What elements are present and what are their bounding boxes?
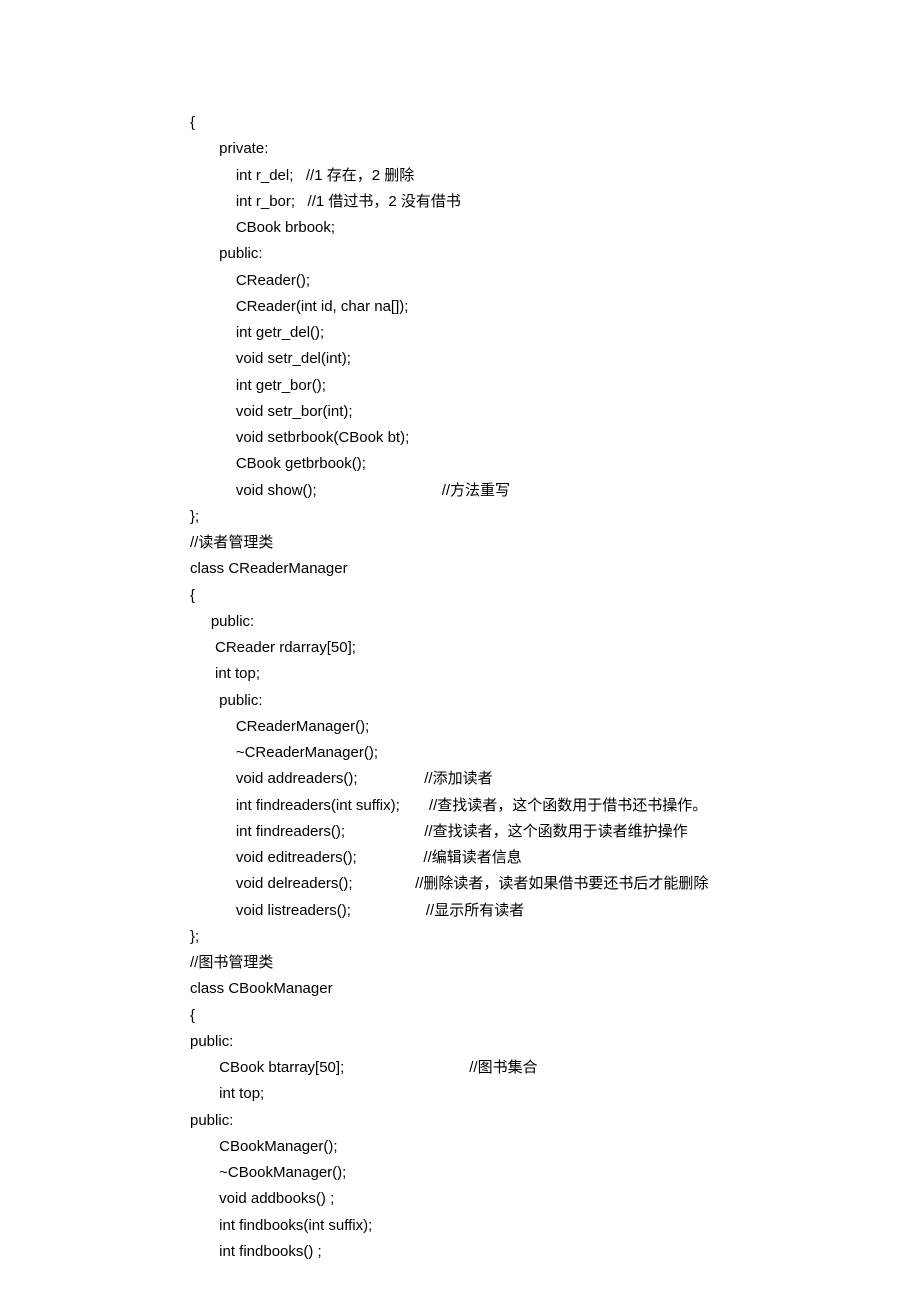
code-line: void setr_del(int); [190, 346, 920, 372]
code-line: //图书管理类 [190, 950, 920, 976]
document-page: { private: int r_del; //1 存在，2 删除 int r_… [0, 0, 920, 1302]
code-line: void addreaders(); //添加读者 [190, 766, 920, 792]
code-line: void setr_bor(int); [190, 399, 920, 425]
code-line: int findreaders(); //查找读者，这个函数用于读者维护操作 [190, 819, 920, 845]
code-line: ~CBookManager(); [190, 1160, 920, 1186]
code-line: int findbooks(int suffix); [190, 1213, 920, 1239]
code-line: void setbrbook(CBook bt); [190, 425, 920, 451]
code-line: private: [190, 136, 920, 162]
code-line: { [190, 1003, 920, 1029]
code-line: ~CReaderManager(); [190, 740, 920, 766]
code-line: { [190, 583, 920, 609]
code-line: CReader(int id, char na[]); [190, 294, 920, 320]
code-line: CReaderManager(); [190, 714, 920, 740]
code-line: int r_del; //1 存在，2 删除 [190, 163, 920, 189]
code-line: class CBookManager [190, 976, 920, 1002]
code-line: void listreaders(); //显示所有读者 [190, 898, 920, 924]
code-line: public: [190, 688, 920, 714]
code-line: class CReaderManager [190, 556, 920, 582]
code-line: int getr_del(); [190, 320, 920, 346]
code-line: public: [190, 1029, 920, 1055]
code-line: void delreaders(); //删除读者，读者如果借书要还书后才能删除 [190, 871, 920, 897]
code-line: CBook brbook; [190, 215, 920, 241]
code-line: CBook getbrbook(); [190, 451, 920, 477]
code-line: }; [190, 924, 920, 950]
code-line: CReader rdarray[50]; [190, 635, 920, 661]
code-line: CBookManager(); [190, 1134, 920, 1160]
code-line: int top; [190, 661, 920, 687]
code-line: { [190, 110, 920, 136]
code-line: }; [190, 504, 920, 530]
code-line: public: [190, 241, 920, 267]
code-line: void editreaders(); //编辑读者信息 [190, 845, 920, 871]
code-line: public: [190, 609, 920, 635]
code-line: public: [190, 1108, 920, 1134]
code-line: int top; [190, 1081, 920, 1107]
code-line: void show(); //方法重写 [190, 478, 920, 504]
code-line: CBook btarray[50]; //图书集合 [190, 1055, 920, 1081]
code-line: int r_bor; //1 借过书，2 没有借书 [190, 189, 920, 215]
code-line: CReader(); [190, 268, 920, 294]
code-line: int findreaders(int suffix); //查找读者，这个函数… [190, 793, 920, 819]
code-line: int getr_bor(); [190, 373, 920, 399]
code-line: //读者管理类 [190, 530, 920, 556]
code-line: void addbooks() ; [190, 1186, 920, 1212]
code-line: int findbooks() ; [190, 1239, 920, 1265]
